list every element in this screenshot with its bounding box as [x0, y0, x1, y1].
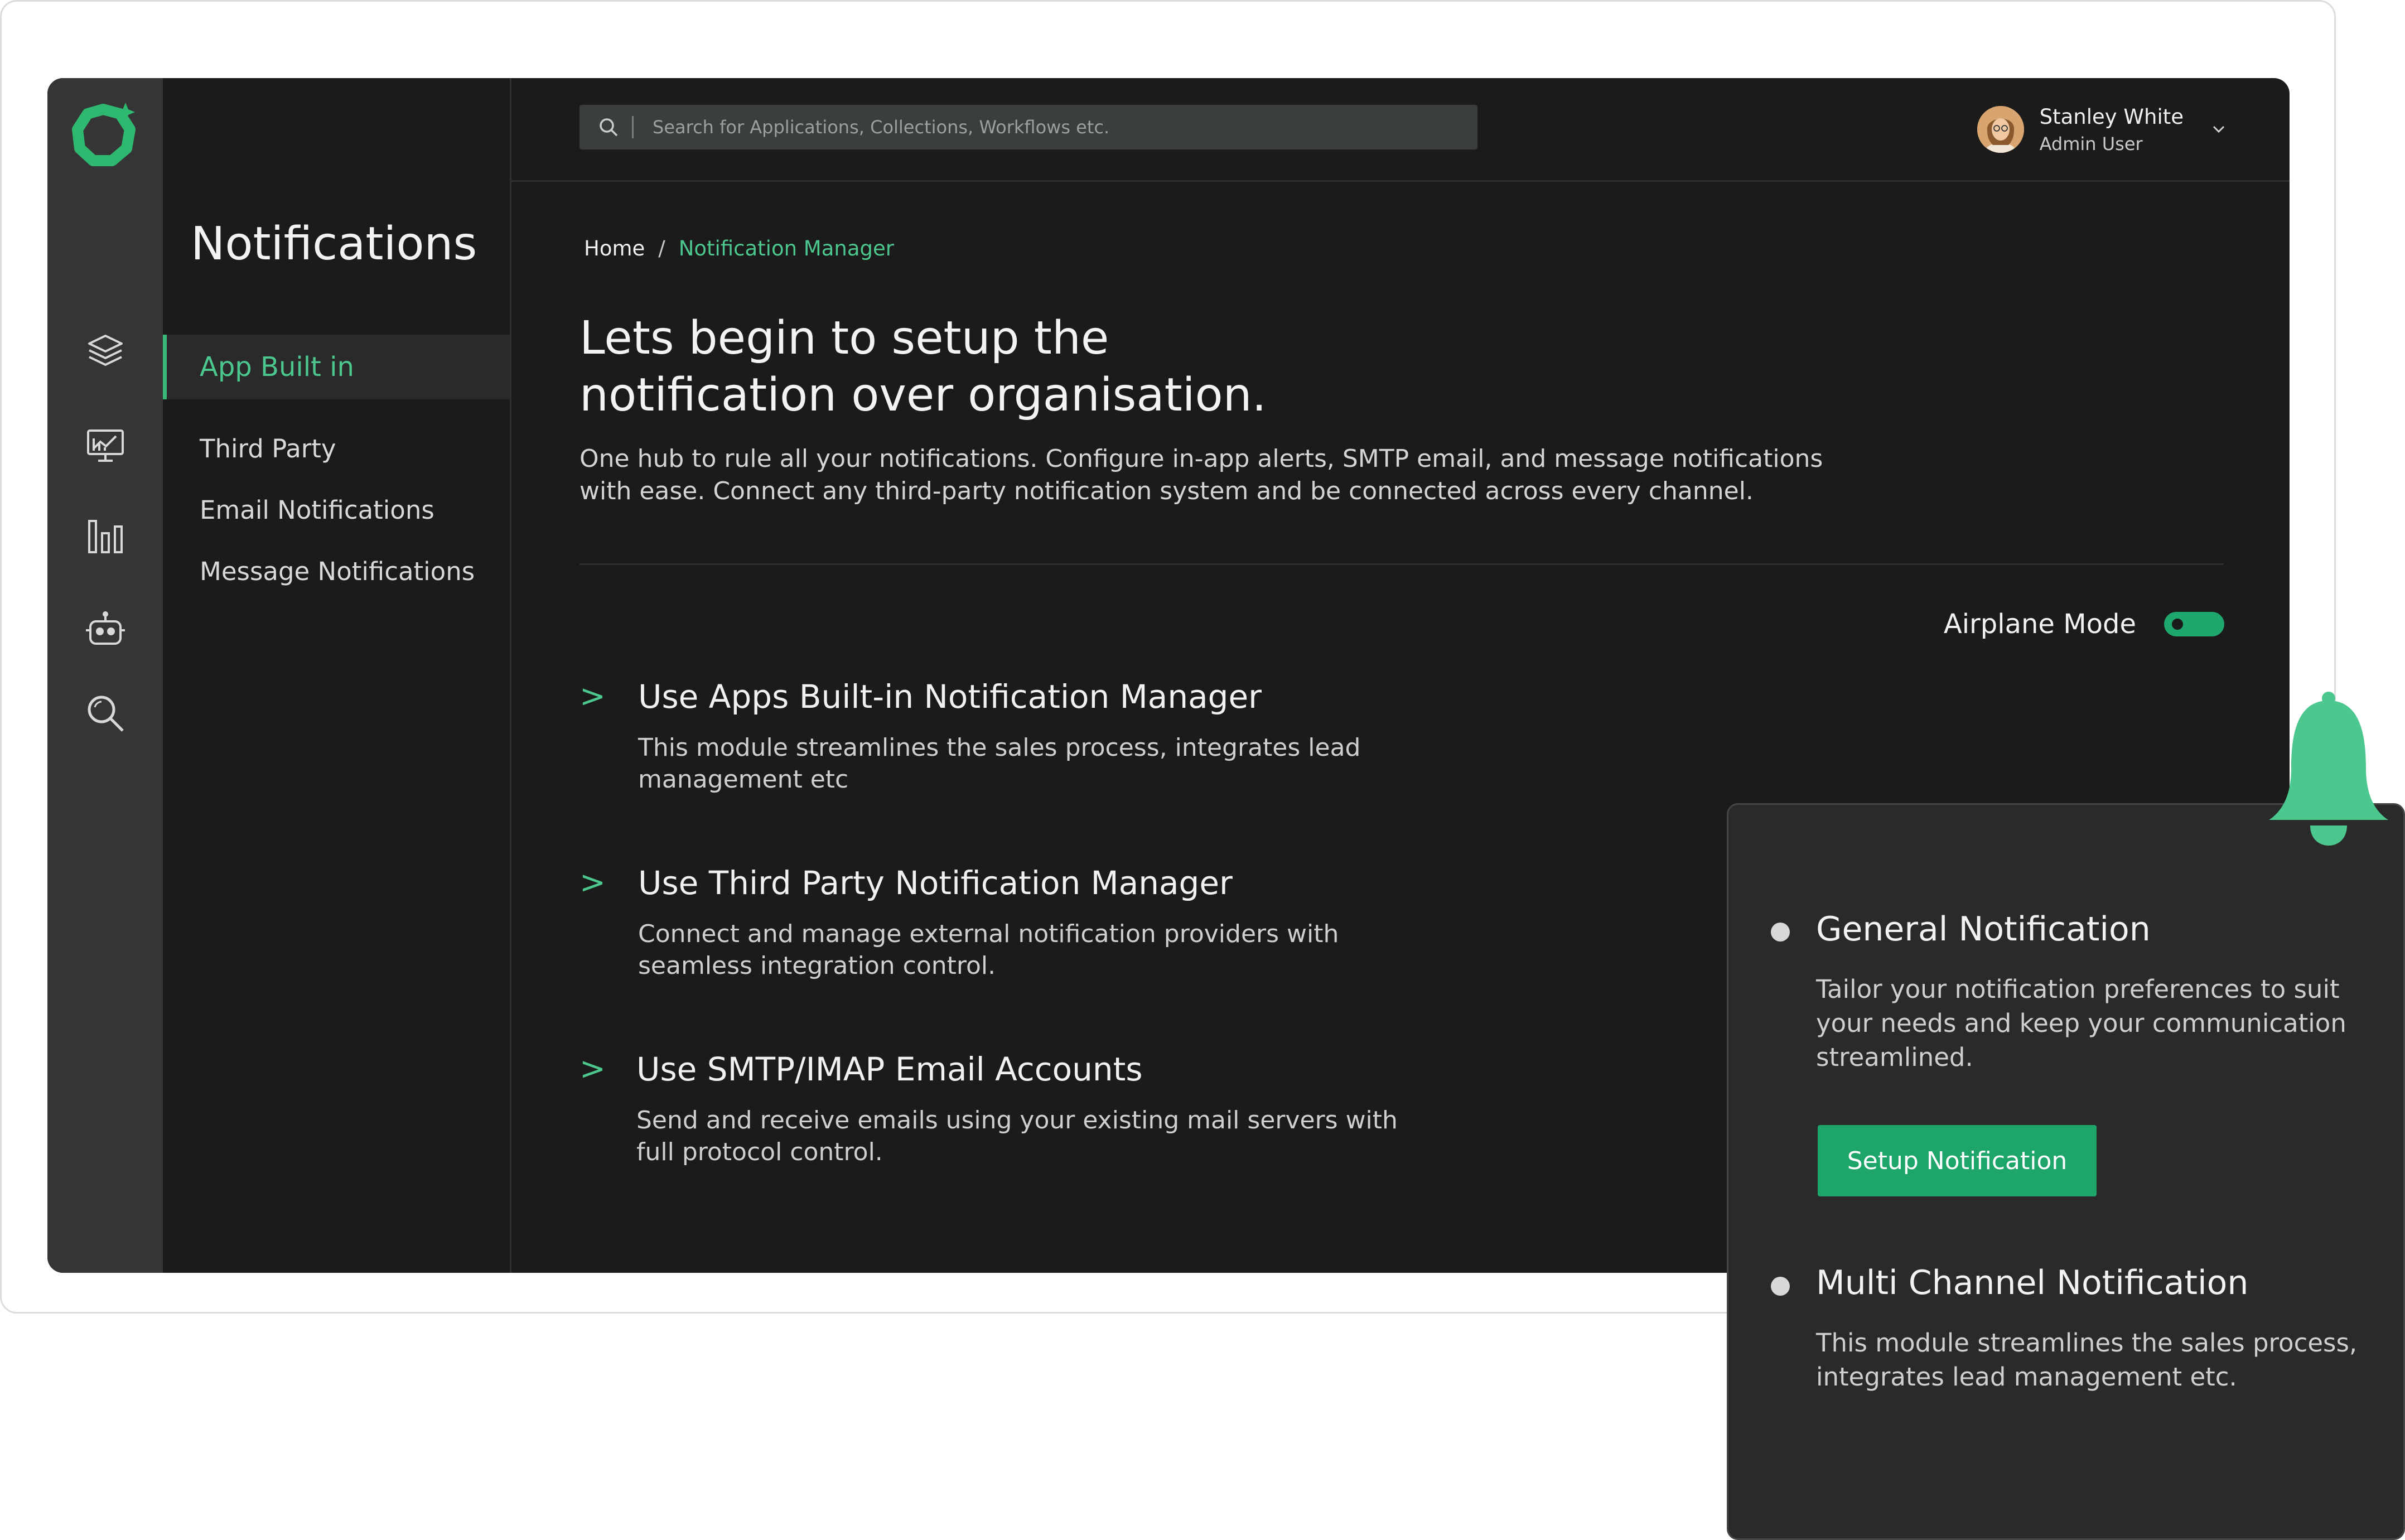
option-description: This module streamlines the sales proces… — [638, 733, 1361, 794]
general-notification-title: General Notification — [1816, 910, 2151, 949]
option-description: Connect and manage external notification… — [638, 920, 1339, 980]
user-role: Admin User — [2039, 133, 2143, 155]
chevron-down-icon[interactable] — [2209, 120, 2228, 139]
icon-rail — [47, 78, 163, 1273]
user-info: Stanley White Admin User — [2040, 105, 2184, 155]
notification-popup: General Notification Tailor your notific… — [1727, 803, 2405, 1540]
user-menu[interactable]: Stanley White Admin User — [1977, 102, 2228, 157]
avatar[interactable] — [1977, 106, 2024, 153]
chevron-right-icon: > — [579, 1051, 606, 1087]
option-smtp-imap[interactable]: > Use SMTP/IMAP Email Accounts Send and … — [579, 1051, 1416, 1196]
sidebar: Notifications App Built in Third Party E… — [163, 78, 511, 1273]
multi-channel-notification-title: Multi Channel Notification — [1816, 1263, 2249, 1302]
brand-logo-icon[interactable] — [72, 103, 139, 170]
search-bar[interactable]: Search for Applications, Collections, Wo… — [579, 105, 1477, 149]
page-title-line-2: notification over organisation. — [579, 369, 1267, 422]
setup-notification-button[interactable]: Setup Notification — [1818, 1125, 2097, 1196]
search-divider — [632, 116, 634, 138]
robot-icon[interactable] — [84, 609, 127, 653]
option-title[interactable]: Use Apps Built-in Notification Manager — [638, 678, 1262, 715]
option-built-in-manager[interactable]: > Use Apps Built-in Notification Manager… — [579, 678, 1416, 823]
sidebar-item-message-notifications[interactable]: Message Notifications — [163, 539, 510, 604]
general-notification-description: Tailor your notification preferences to … — [1816, 974, 2346, 1072]
bullet-dot — [1771, 1277, 1790, 1296]
bar-chart-icon[interactable] — [84, 514, 127, 558]
airplane-mode-row: Airplane Mode — [1944, 609, 2224, 640]
divider — [579, 563, 2224, 565]
airplane-mode-label: Airplane Mode — [1943, 609, 2136, 640]
sidebar-item-email-notifications[interactable]: Email Notifications — [163, 477, 510, 542]
user-name: Stanley White — [2039, 104, 2184, 129]
airplane-mode-toggle[interactable] — [2164, 612, 2224, 636]
topbar: Search for Applications, Collections, Wo… — [511, 78, 2290, 182]
breadcrumb-home[interactable]: Home — [584, 236, 645, 260]
search-zoom-icon[interactable] — [84, 692, 127, 735]
page-title: Lets begin to setup the notification ove… — [579, 310, 1267, 424]
bell-icon — [2269, 692, 2388, 846]
option-description: Send and receive emails using your exist… — [636, 1106, 1398, 1166]
sidebar-title: Notifications — [191, 218, 477, 271]
toggle-knob — [2170, 616, 2185, 632]
chevron-right-icon: > — [579, 678, 606, 715]
sidebar-item-app-built-in[interactable]: App Built in — [163, 335, 510, 399]
page-title-line-1: Lets begin to setup the — [579, 312, 1109, 365]
breadcrumb: Home / Notification Manager — [584, 236, 894, 260]
monitor-chart-icon[interactable] — [84, 424, 127, 467]
breadcrumb-separator: / — [658, 236, 665, 260]
layers-icon[interactable] — [84, 329, 127, 373]
intro-text: One hub to rule all your notifications. … — [579, 445, 1823, 505]
multi-channel-notification-description: This module streamlines the sales proces… — [1816, 1328, 2358, 1392]
chevron-right-icon: > — [579, 865, 606, 901]
search-icon — [600, 118, 618, 137]
bullet-dot — [1771, 923, 1790, 942]
option-title[interactable]: Use SMTP/IMAP Email Accounts — [636, 1051, 1143, 1088]
breadcrumb-current: Notification Manager — [678, 236, 894, 260]
option-title[interactable]: Use Third Party Notification Manager — [638, 865, 1233, 901]
option-third-party-manager[interactable]: > Use Third Party Notification Manager C… — [579, 865, 1416, 1010]
search-input[interactable]: Search for Applications, Collections, Wo… — [653, 117, 1109, 138]
sidebar-item-third-party[interactable]: Third Party — [163, 416, 510, 481]
